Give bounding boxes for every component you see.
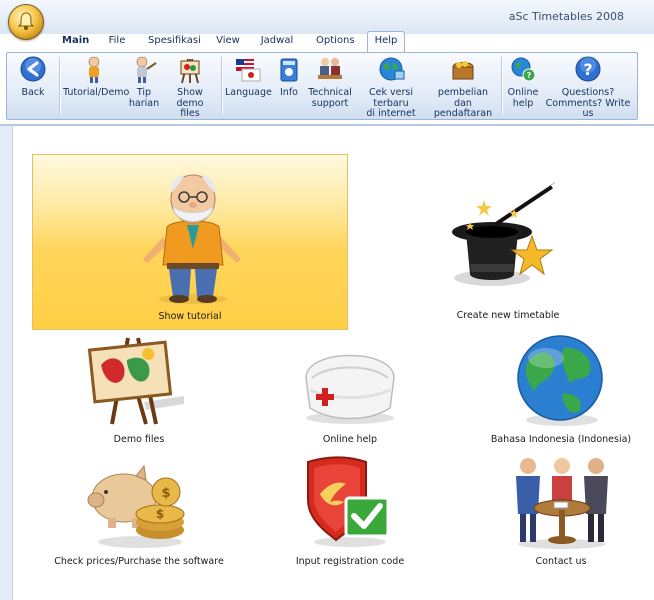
show-demo-files-button[interactable]: Show demo files bbox=[163, 55, 217, 120]
info-label: Info bbox=[280, 87, 298, 98]
tutorial-demo-button[interactable]: Tutorial/Demo bbox=[63, 55, 129, 99]
app-menu-button[interactable] bbox=[8, 4, 44, 40]
tech-label-2: support bbox=[311, 97, 349, 109]
tip-harian-button[interactable]: Tip harian bbox=[125, 55, 163, 109]
purchase-registration-button[interactable]: pembelian dan pendaftaran bbox=[429, 55, 497, 120]
left-margin-bar bbox=[0, 126, 13, 600]
registration-code-tile[interactable]: Input registration code bbox=[260, 454, 440, 570]
tip-pointer-icon bbox=[136, 56, 157, 83]
professor-icon bbox=[88, 56, 100, 83]
cek-label-2: di internet bbox=[366, 108, 416, 119]
meeting-people-icon bbox=[516, 458, 608, 549]
back-label: Back bbox=[21, 87, 45, 98]
title-bar: aSc Timetables 2008 bbox=[0, 0, 654, 34]
tab-spesifikasi[interactable]: Spesifikasi bbox=[148, 32, 201, 50]
ribbon-toolbar: Back Tutorial/Demo Tip harian Show demo … bbox=[6, 52, 638, 120]
online-help-tile[interactable]: Online help bbox=[260, 332, 440, 448]
tab-main[interactable]: Main bbox=[62, 32, 89, 50]
info-button[interactable]: Info bbox=[275, 55, 303, 99]
q-label-1: Questions? bbox=[561, 87, 615, 98]
question-mark-icon: ? bbox=[575, 56, 601, 82]
demo-label-1: Show demo bbox=[176, 87, 204, 109]
registration-code-label: Input registration code bbox=[295, 556, 405, 567]
buy-label-2: pendaftaran bbox=[433, 108, 493, 119]
show-tutorial-label: Show tutorial bbox=[158, 311, 222, 322]
svg-text:?: ? bbox=[583, 60, 592, 79]
contact-us-label: Contact us bbox=[535, 556, 587, 567]
buy-label-1: pembelian dan bbox=[437, 87, 489, 109]
start-panel: Show tutorial Create new timetable Demo … bbox=[0, 124, 654, 600]
check-latest-version-button[interactable]: Cek versi terbaru di internet bbox=[353, 55, 429, 120]
back-button[interactable]: Back bbox=[9, 55, 57, 99]
technical-support-button[interactable]: Technical support bbox=[307, 55, 353, 109]
window-title: aSc Timetables 2008 bbox=[508, 10, 624, 23]
easel-painting-icon bbox=[87, 337, 184, 425]
svg-text:?: ? bbox=[527, 71, 532, 80]
create-timetable-tile[interactable]: Create new timetable bbox=[412, 154, 604, 328]
tip-label-1: Tip bbox=[136, 87, 152, 98]
info-book-icon bbox=[280, 58, 298, 82]
svg-text:$: $ bbox=[161, 486, 170, 501]
svg-text:$: $ bbox=[156, 507, 164, 521]
demo-files-label: Demo files bbox=[113, 434, 165, 445]
globe-help-icon: ? bbox=[511, 57, 536, 82]
globe-network-icon bbox=[379, 57, 405, 81]
demo-label-2: files bbox=[180, 108, 200, 119]
online-label-1: Online bbox=[507, 87, 539, 98]
cek-label-1: Cek versi terbaru bbox=[369, 87, 413, 109]
demo-files-tile[interactable]: Demo files bbox=[44, 332, 234, 448]
professor-character-icon bbox=[143, 174, 241, 304]
tip-label-2: harian bbox=[128, 97, 160, 109]
q-label-2: Comments? Write us bbox=[545, 97, 631, 119]
language-tile-label: Bahasa Indonesia (Indonesia) bbox=[490, 434, 632, 445]
language-label: Language bbox=[225, 87, 272, 98]
contact-us-tile[interactable]: Contact us bbox=[480, 454, 642, 570]
show-tutorial-tile[interactable]: Show tutorial bbox=[32, 154, 348, 330]
tab-view[interactable]: View bbox=[216, 32, 240, 50]
back-arrow-icon bbox=[20, 56, 46, 82]
online-help-button[interactable]: ? Online help bbox=[505, 55, 541, 109]
tab-jadwal[interactable]: Jadwal bbox=[260, 32, 294, 50]
tutorial-label: Tutorial/Demo bbox=[63, 87, 130, 98]
treasure-chest-icon bbox=[452, 61, 474, 80]
shield-checkmark-icon bbox=[307, 456, 390, 547]
online-help-label: Online help bbox=[322, 434, 378, 445]
tech-label-1: Technical bbox=[308, 87, 352, 98]
check-prices-label: Check prices/Purchase the software bbox=[54, 556, 224, 567]
online-label-2: help bbox=[512, 97, 534, 109]
language-tile[interactable]: Bahasa Indonesia (Indonesia) bbox=[480, 332, 642, 448]
language-button[interactable]: Language bbox=[225, 55, 272, 99]
check-prices-tile[interactable]: $ $ Check prices/Purchase the software bbox=[44, 454, 234, 570]
support-people-icon bbox=[318, 58, 342, 79]
tab-help[interactable]: Help bbox=[367, 31, 405, 52]
piggy-bank-coins-icon: $ $ bbox=[87, 464, 185, 548]
magic-hat-icon bbox=[452, 181, 560, 286]
tab-file[interactable]: File bbox=[108, 32, 126, 50]
flags-icon bbox=[236, 59, 261, 82]
bell-icon bbox=[18, 12, 34, 30]
globe-icon bbox=[517, 335, 603, 426]
create-timetable-label: Create new timetable bbox=[456, 310, 560, 321]
nurse-cap-icon bbox=[305, 354, 395, 424]
tab-options[interactable]: Options bbox=[316, 32, 355, 50]
questions-comments-button[interactable]: ? Questions? Comments? Write us bbox=[541, 55, 635, 120]
easel-icon bbox=[180, 58, 200, 84]
